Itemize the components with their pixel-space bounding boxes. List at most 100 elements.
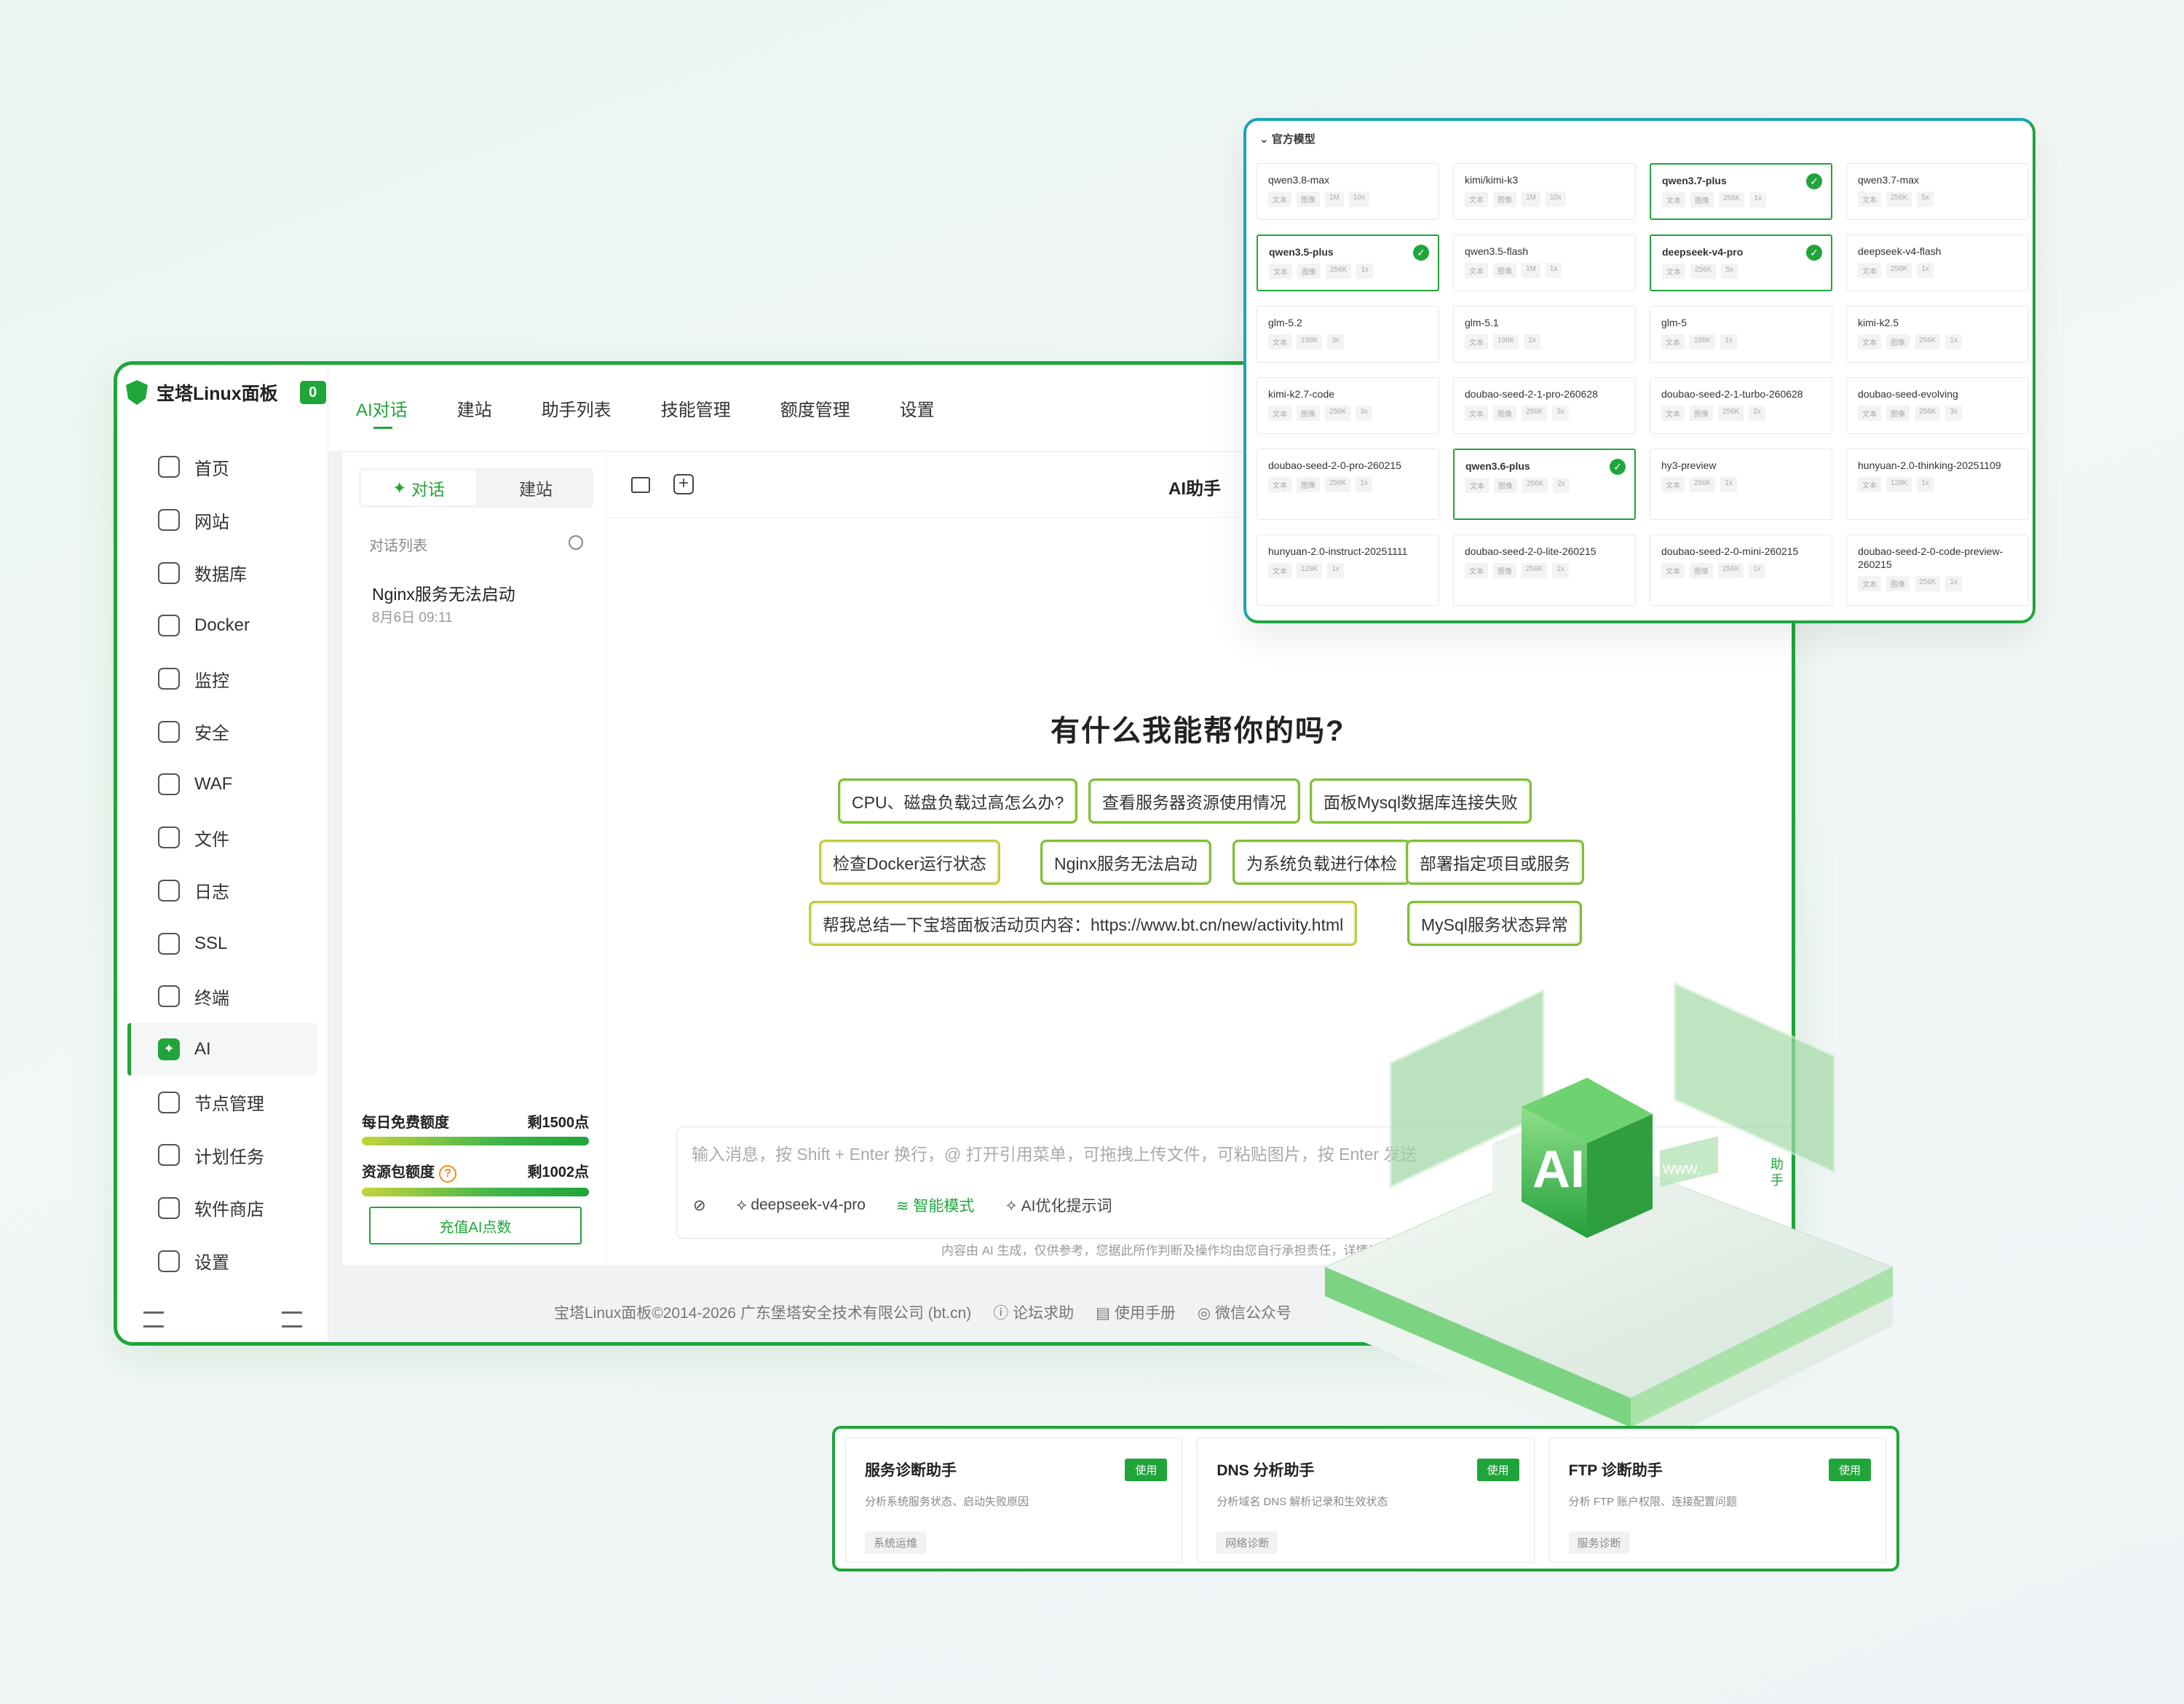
- model-card[interactable]: kimi-k2.7-code 文本 图像 256K 3x: [1257, 377, 1439, 434]
- model-card[interactable]: doubao-seed-2-0-mini-260215 文本 图像 256K 1x: [1650, 535, 1832, 606]
- model-card[interactable]: glm-5.2 文本 198K 3x: [1257, 306, 1439, 363]
- skill-use-button[interactable]: 使用: [1828, 1459, 1871, 1481]
- help-icon[interactable]: ?: [439, 1165, 456, 1183]
- model-card[interactable]: doubao-seed-2-0-lite-260215 文本 图像 256K 1x: [1453, 535, 1636, 606]
- sidebar-item-2[interactable]: 数据库: [127, 546, 317, 599]
- model-card[interactable]: hunyuan-2.0-instruct-20251111 文本 128K 1x: [1257, 535, 1439, 606]
- model-card[interactable]: doubao-seed-2-1-pro-260628 文本 图像 256K 3x: [1453, 377, 1636, 434]
- model-tags: 文本 198K 2x: [1465, 334, 1624, 350]
- sidebar-item-11[interactable]: ✦ AI: [127, 1022, 317, 1076]
- model-card[interactable]: doubao-seed-evolving 文本 图像 256K 3x: [1846, 377, 2029, 434]
- suggestion-chip[interactable]: 部署指定项目或服务: [1406, 840, 1584, 885]
- model-name: qwen3.8-max: [1268, 174, 1330, 186]
- attach-icon[interactable]: ⊘: [693, 1196, 706, 1215]
- sidebar-toggle-icon[interactable]: [631, 477, 650, 493]
- model-tags: 文本 图像 256K 3x: [1268, 406, 1428, 421]
- model-card[interactable]: qwen3.6-plus 文本 图像 256K 2x ✓: [1453, 449, 1636, 520]
- model-tag: 文本: [1465, 192, 1488, 207]
- suggestion-chip[interactable]: 检查Docker运行状态: [819, 840, 1000, 885]
- suggestion-chip[interactable]: 为系统负载进行体检: [1233, 840, 1411, 885]
- sidebar-item-7[interactable]: 文件: [127, 811, 317, 864]
- assistant-side-tab[interactable]: 助手: [1770, 1156, 1785, 1188]
- footer-link-wechat[interactable]: ◎ 微信公众号: [1198, 1301, 1291, 1323]
- sidebar-item-9[interactable]: SSL: [127, 917, 317, 970]
- svg-text:www.: www.: [1662, 1159, 1701, 1178]
- skill-use-button[interactable]: 使用: [1125, 1459, 1168, 1481]
- sidebar-item-12[interactable]: 节点管理: [127, 1076, 317, 1129]
- sidebar-item-3[interactable]: Docker: [127, 599, 317, 652]
- suggestion-chip[interactable]: CPU、磁盘负载过高怎么办?: [838, 778, 1078, 824]
- model-tags: 文本 198K 3x: [1268, 334, 1428, 350]
- model-card[interactable]: deepseek-v4-flash 文本 256K 1x: [1846, 234, 2029, 291]
- footer-link-manual[interactable]: ▤ 使用手册: [1096, 1301, 1176, 1323]
- new-chat-icon[interactable]: +: [673, 474, 694, 494]
- model-tags: 文本 图像 256K 1x: [1858, 334, 2017, 350]
- brand[interactable]: 宝塔Linux面板 0: [126, 379, 326, 406]
- tab-5[interactable]: 设置: [875, 365, 960, 451]
- sidebar-item-6[interactable]: WAF: [127, 758, 317, 811]
- suggestion-chip[interactable]: 帮我总结一下宝塔面板活动页内容：https://www.bt.cn/new/ac…: [809, 901, 1358, 946]
- model-tag: 图像: [1886, 406, 1910, 421]
- tab-0[interactable]: AI对话: [356, 365, 432, 451]
- model-tags: 文本 图像 256K 2x: [1661, 406, 1821, 421]
- sidebar-item-10[interactable]: 终端: [127, 970, 317, 1023]
- model-select[interactable]: ⟡ deepseek-v4-pro: [737, 1196, 866, 1214]
- daily-quota-label: 每日免费额度: [362, 1115, 449, 1131]
- sidebar-item-label: Docker: [194, 615, 250, 636]
- sidebar-item-8[interactable]: 日志: [127, 864, 317, 918]
- skill-use-button[interactable]: 使用: [1476, 1459, 1519, 1481]
- model-name: hunyuan-2.0-thinking-20251109: [1858, 459, 2001, 471]
- model-tag: 文本: [1268, 563, 1291, 578]
- model-card[interactable]: hy3-preview 文本 256K 1x: [1650, 449, 1832, 520]
- model-card[interactable]: hunyuan-2.0-thinking-20251109 文本 128K 1x: [1846, 449, 2029, 520]
- expand-menu-icon[interactable]: [282, 1311, 302, 1328]
- segment-build[interactable]: 建站: [478, 468, 593, 508]
- sidebar-item-0[interactable]: 首页: [127, 441, 317, 494]
- model-card[interactable]: deepseek-v4-pro 文本 256K 5x ✓: [1650, 234, 1832, 291]
- tab-1[interactable]: 建站: [432, 365, 517, 451]
- model-card[interactable]: kimi/kimi-k3 文本 图像 1M 10x: [1453, 163, 1636, 220]
- sidebar-item-14[interactable]: 软件商店: [127, 1182, 317, 1235]
- sidebar-item-13[interactable]: 计划任务: [127, 1129, 317, 1182]
- suggestion-chip[interactable]: Nginx服务无法启动: [1040, 840, 1211, 885]
- model-card[interactable]: qwen3.5-plus 文本 图像 256K 1x ✓: [1257, 234, 1439, 291]
- model-card[interactable]: qwen3.7-plus 文本 图像 256K 1x ✓: [1650, 163, 1832, 220]
- optimize-prompt-button[interactable]: ✧ AI优化提示词: [1005, 1194, 1112, 1216]
- tab-4[interactable]: 额度管理: [756, 365, 875, 451]
- model-card[interactable]: glm-5 文本 198K 1x: [1650, 306, 1832, 363]
- sidebar-item-15[interactable]: 设置: [127, 1234, 317, 1287]
- model-tag: 文本: [1268, 334, 1291, 350]
- model-card[interactable]: glm-5.1 文本 198K 2x: [1453, 306, 1636, 363]
- model-tag: 256K: [1886, 263, 1912, 278]
- footer-link-forum[interactable]: ⓘ 论坛求助: [993, 1301, 1074, 1323]
- sidebar-item-5[interactable]: 安全: [127, 705, 317, 758]
- notification-badge[interactable]: 0: [299, 381, 326, 404]
- model-card[interactable]: kimi-k2.5 文本 图像 256K 1x: [1846, 306, 2029, 363]
- model-card[interactable]: doubao-seed-2-0-code-preview-260215 文本 图像 2…: [1846, 535, 2029, 606]
- suggestion-chip[interactable]: 查看服务器资源使用情况: [1088, 778, 1300, 824]
- model-tag: 198K: [1493, 334, 1519, 350]
- tab-2[interactable]: 助手列表: [517, 365, 636, 451]
- suggestion-chip[interactable]: MySql服务状态异常: [1407, 901, 1582, 946]
- sidebar-item-1[interactable]: 网站: [127, 494, 317, 547]
- model-section-header[interactable]: ⌄ 官方模型: [1259, 131, 1315, 146]
- smart-mode-toggle[interactable]: ≋ 智能模式: [896, 1194, 974, 1216]
- model-card[interactable]: qwen3.5-flash 文本 图像 1M 1x: [1453, 234, 1636, 291]
- sidebar-item-4[interactable]: 监控: [127, 652, 317, 706]
- model-tag: 文本: [1465, 563, 1488, 578]
- model-tag: 1x: [1945, 334, 1962, 350]
- suggestion-chip[interactable]: 面板Mysql数据库连接失败: [1310, 778, 1532, 824]
- tab-3[interactable]: 技能管理: [636, 365, 756, 451]
- conversation-title[interactable]: Nginx服务无法启动: [372, 580, 515, 605]
- model-card[interactable]: qwen3.7-max 文本 256K 5x: [1846, 163, 2029, 220]
- recharge-button[interactable]: 充值AI点数: [369, 1207, 582, 1245]
- model-tag: 1x: [1945, 576, 1962, 591]
- model-card[interactable]: doubao-seed-2-0-pro-260215 文本 图像 256K 1x: [1257, 449, 1439, 520]
- copyright: 宝塔Linux面板©2014-2026 广东堡塔安全技术有限公司 (bt.cn): [554, 1305, 972, 1322]
- model-tags: 文本 256K 5x: [1662, 264, 1820, 279]
- model-card[interactable]: doubao-seed-2-1-turbo-260628 文本 图像 256K 2x: [1650, 377, 1832, 434]
- collapse-menu-icon[interactable]: [143, 1311, 164, 1328]
- segment-chat[interactable]: ✦ 对话: [361, 470, 476, 505]
- model-card[interactable]: qwen3.8-max 文本 图像 1M 10x: [1257, 163, 1439, 220]
- search-icon[interactable]: [569, 535, 583, 550]
